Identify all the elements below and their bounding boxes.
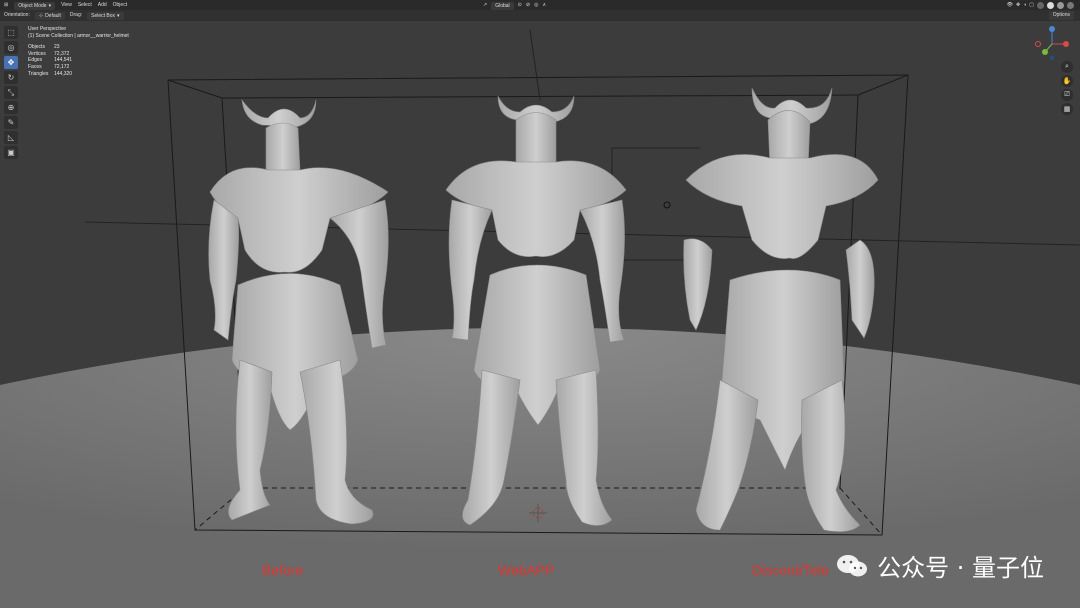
collection-text: (1) Scene Collection | armor__warrior_he… (28, 32, 129, 39)
grid-icon[interactable]: ▦ (1061, 103, 1073, 115)
editor-type-icon[interactable]: ⊞ (4, 0, 8, 10)
stat-row: Triangles 144,320 (28, 71, 129, 78)
neg-z-axis-icon[interactable] (1049, 55, 1055, 61)
label-webapp: WebAPP (498, 562, 555, 578)
orientation-dropdown[interactable]: ⊹ Default (34, 12, 65, 20)
drag-label: Drag: (69, 12, 83, 18)
mode-dropdown[interactable]: Object Mode ▾ (14, 1, 56, 10)
watermark: 公众号 · 量子位 (835, 548, 1044, 583)
rotate-tool-icon[interactable]: ↻ (4, 71, 18, 84)
rendered-shading-icon[interactable] (1067, 1, 1074, 9)
viewport-info: User Perspective (1) Scene Collection | … (28, 26, 129, 77)
y-axis-icon[interactable] (1042, 49, 1048, 55)
stat-row: Edges 144,541 (28, 57, 129, 64)
menu-object[interactable]: Object (113, 0, 127, 10)
stat-row: Vertices 72,372 (28, 51, 129, 58)
stat-key: Triangles (28, 70, 49, 77)
snap-icon[interactable]: ⊘ (526, 0, 530, 10)
menu-view[interactable]: View (61, 0, 72, 10)
stat-key: Faces (28, 63, 42, 70)
stat-key: Objects (28, 44, 45, 51)
neg-x-axis-icon[interactable] (1035, 41, 1041, 47)
pivot-icon[interactable]: ⊙ (518, 0, 522, 10)
chevron-down-icon: ▾ (117, 13, 120, 19)
stat-key: Vertices (28, 50, 46, 57)
scale-tool-icon[interactable]: ⤡ (4, 86, 18, 99)
stat-value: 144,320 (54, 70, 73, 77)
perspective-text: User Perspective (28, 26, 67, 32)
xray-icon[interactable]: ▢ (1029, 0, 1034, 10)
transform-tool-icon[interactable]: ⊕ (4, 101, 18, 114)
drag-dropdown[interactable]: Select Box ▾ (87, 12, 124, 20)
mode-label: Object Mode (18, 2, 47, 9)
menu-select[interactable]: Select (78, 0, 92, 10)
stat-value: 144,541 (54, 57, 73, 64)
light-object[interactable] (663, 201, 671, 209)
watermark-text: 公众号 · 量子位 (877, 554, 1044, 582)
gizmo-toggle-icon[interactable]: ✥ (1016, 0, 1020, 10)
stat-row: Faces 72,172 (28, 64, 129, 71)
x-axis-icon[interactable] (1063, 41, 1069, 47)
tool-header: Orientation: ⊹ Default Drag: Select Box ▾ (0, 10, 1080, 21)
options-label: Options (1052, 12, 1070, 18)
add-cube-tool-icon[interactable]: ▣ (4, 146, 18, 159)
menu-add[interactable]: Add (98, 0, 107, 10)
orientation-icon: ↗ (483, 2, 488, 8)
overlay-toggle-icon[interactable]: ◑ (1023, 0, 1026, 10)
stat-key: Edges (28, 57, 43, 64)
scene-statistics: Objects 23 Vertices 72,372 Edges 144,541 Fa… (28, 44, 129, 77)
z-axis-icon[interactable] (1049, 26, 1055, 32)
chevron-down-icon: ▾ (48, 2, 52, 9)
orientation-axes-icon: ⊹ (38, 13, 44, 19)
options-button[interactable]: Options (1048, 11, 1074, 20)
cursor-tool-icon[interactable]: ◎ (4, 41, 18, 54)
label-discord: Discord/Tele (752, 562, 830, 578)
proportional-edit-icon[interactable]: ◎ (534, 0, 538, 10)
zoom-icon[interactable]: ⌕ (1061, 61, 1073, 73)
move-tool-icon[interactable]: ✥ (4, 56, 18, 69)
stat-value: 72,372 (54, 50, 70, 57)
material-shading-icon[interactable] (1057, 1, 1064, 9)
falloff-icon[interactable]: ∧ (542, 0, 546, 10)
measure-tool-icon[interactable]: ◺ (4, 131, 18, 144)
navigation-buttons: ⌕ ✋ ⎚ ▦ (1061, 61, 1073, 115)
visibility-icon[interactable]: 👁 (1007, 0, 1013, 10)
viewport-header: ⊞ Object Mode ▾ View Select Add Object ↗ … (0, 0, 1080, 10)
scene-render (0, 29, 1080, 608)
camera-icon[interactable]: ⎚ (1061, 89, 1073, 101)
pan-hand-icon[interactable]: ✋ (1061, 75, 1073, 87)
wechat-icon (837, 554, 868, 576)
stat-value: 72,172 (54, 63, 70, 70)
stat-value: 23 (54, 44, 60, 51)
transform-orientation-dropdown[interactable]: Global (491, 1, 514, 10)
tool-shelf: ⬚ ◎ ✥ ↻ ⤡ ⊕ ✎ ◺ ▣ (4, 26, 20, 159)
label-before: Before (262, 562, 304, 578)
navigation-gizmo[interactable] (1032, 24, 1072, 64)
transform-orientation-label: Global (495, 2, 510, 9)
orientation-value: Default (45, 13, 61, 19)
annotate-tool-icon[interactable]: ✎ (4, 116, 18, 129)
3d-viewport[interactable]: ⊞ Object Mode ▾ View Select Add Object ↗ … (0, 0, 1080, 608)
select-box-tool-icon[interactable]: ⬚ (4, 26, 18, 39)
stat-row: Objects 23 (28, 44, 129, 51)
drag-value: Select Box (91, 13, 116, 19)
wireframe-shading-icon[interactable] (1037, 1, 1044, 9)
solid-shading-icon[interactable] (1047, 1, 1054, 9)
orientation-label: Orientation: (4, 12, 30, 18)
